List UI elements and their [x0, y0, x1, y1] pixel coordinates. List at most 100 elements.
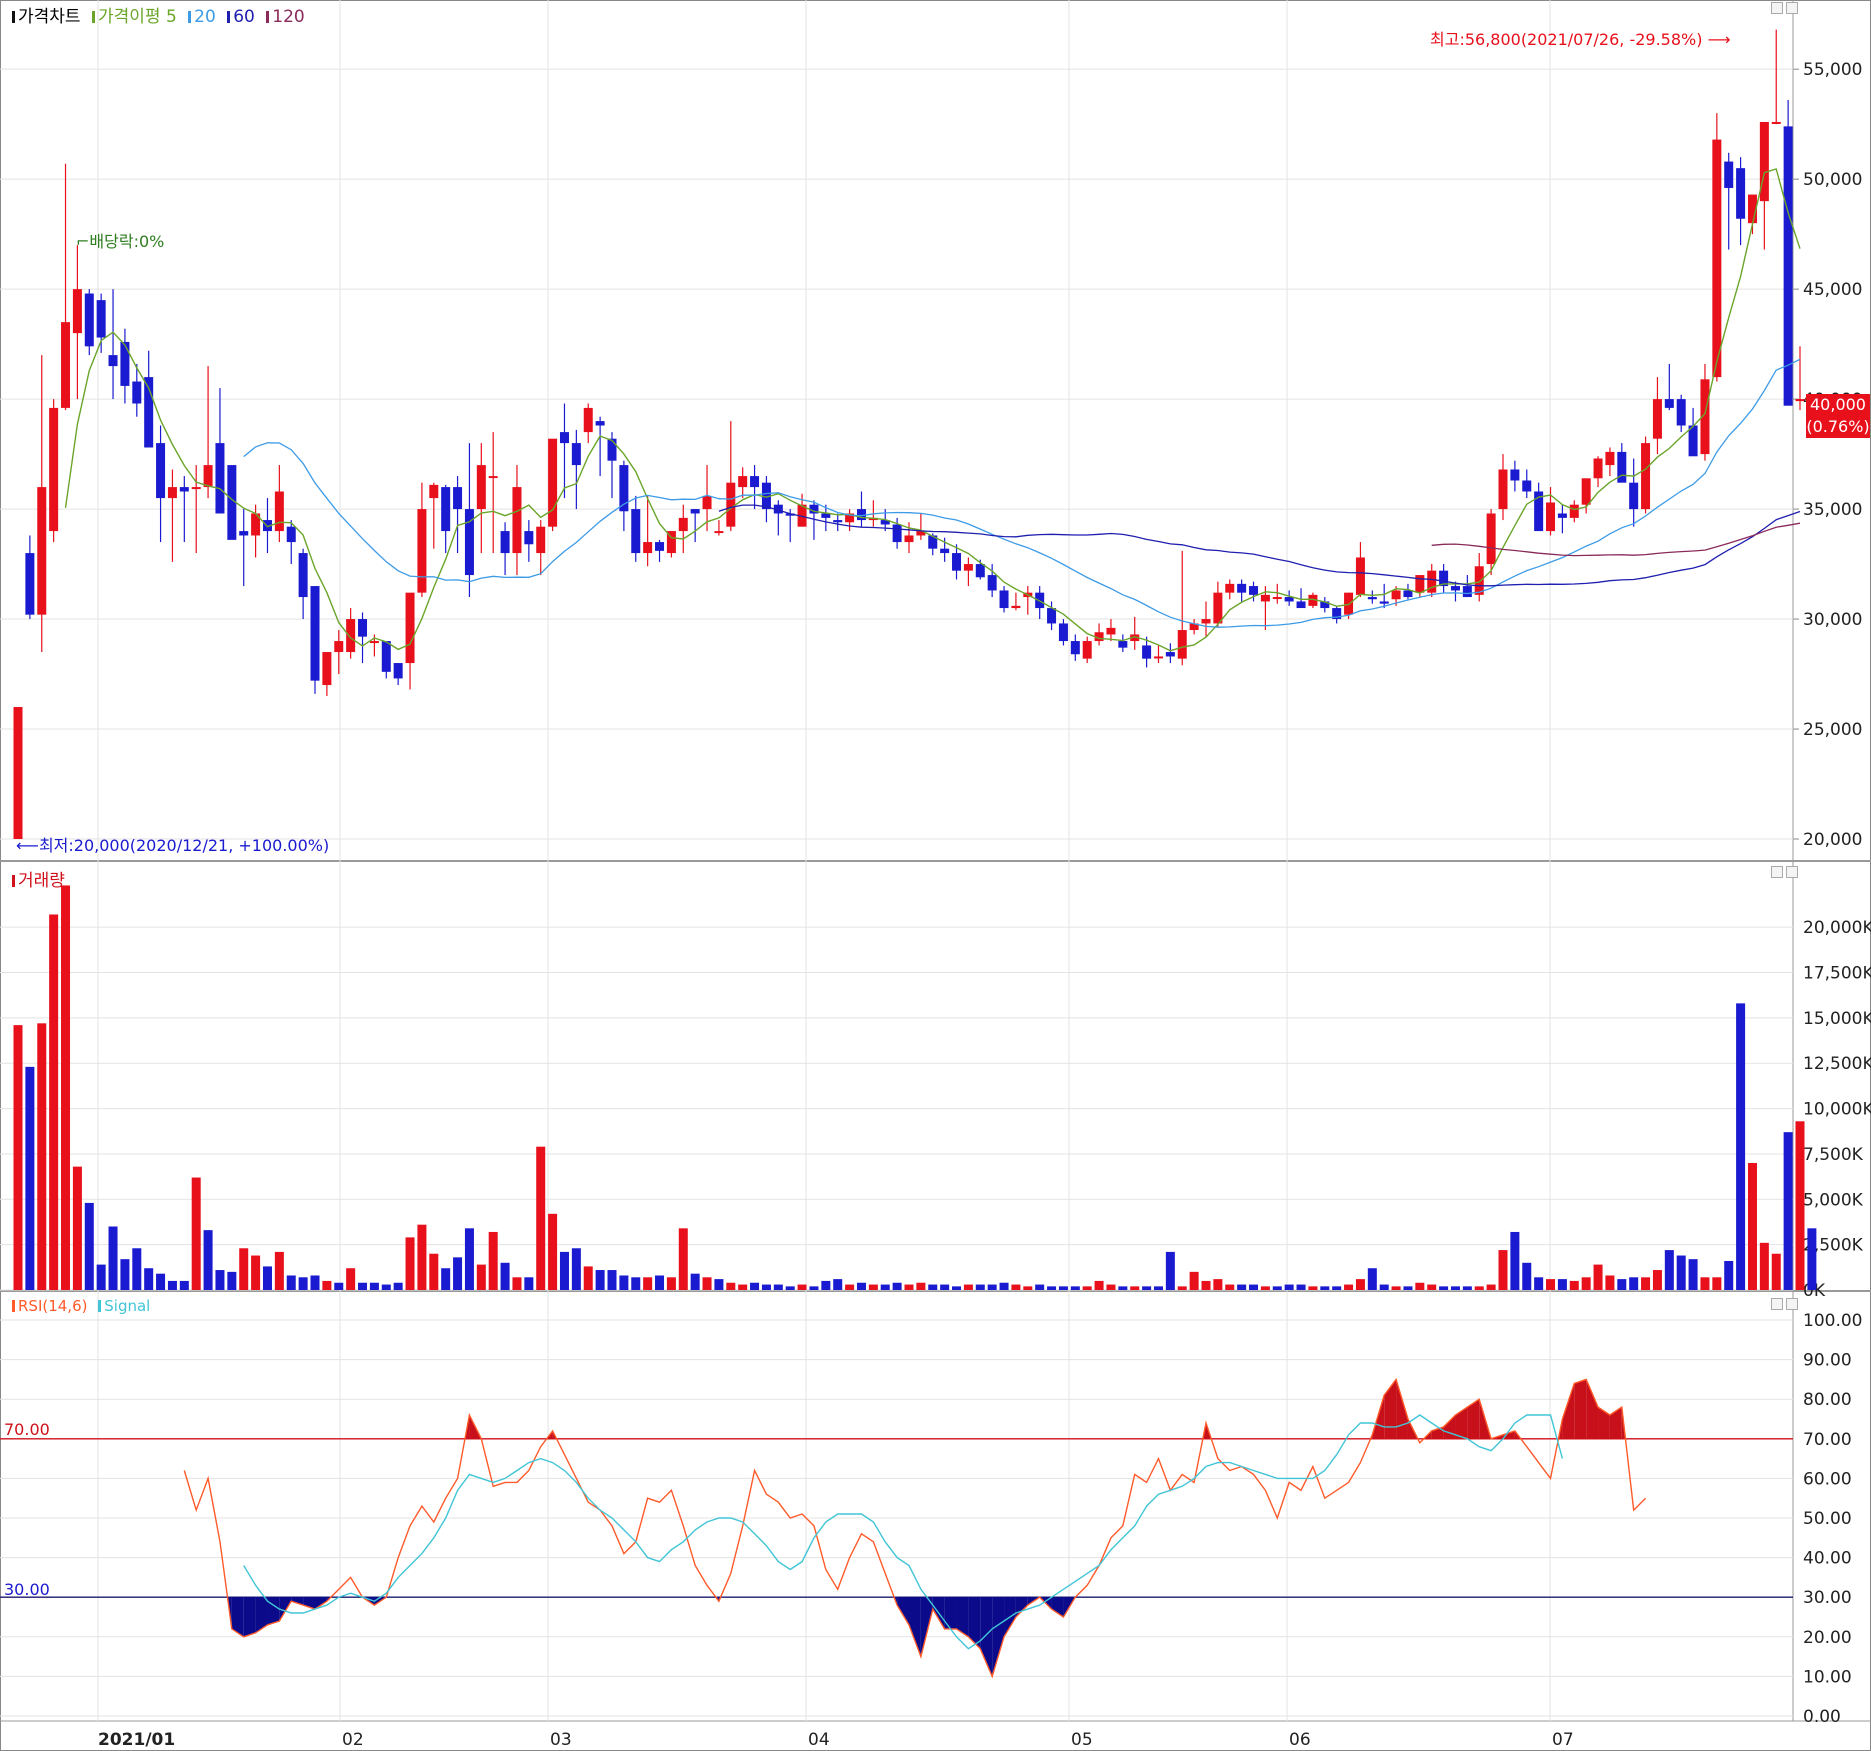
rsi-overbought-fill — [1396, 1379, 1408, 1439]
volume-bar — [1070, 1286, 1080, 1290]
ma60-line — [718, 504, 1801, 587]
candle — [1593, 456, 1603, 488]
current-price-badge: 40,000 (0.76%) — [1806, 394, 1870, 438]
volume-bar — [999, 1282, 1009, 1290]
candle-body — [500, 531, 510, 554]
candle — [714, 520, 724, 536]
volume-legend: 거래량 — [12, 866, 71, 891]
volume-bar — [13, 1025, 23, 1290]
chart-canvas: 2021/01 02 03 04 05 06 07 55,000 50,000 45,000 40,… — [0, 0, 1871, 1751]
volume-bar — [1510, 1231, 1520, 1290]
volume-bar — [25, 1066, 35, 1290]
candle — [1724, 152, 1734, 250]
candle-body — [1498, 469, 1508, 510]
volume-bar — [785, 1286, 795, 1290]
candle-body — [132, 381, 142, 404]
pane-close-icon[interactable] — [1786, 866, 1798, 878]
candle — [845, 509, 855, 532]
pane-close-icon[interactable] — [1786, 1298, 1798, 1310]
rsi-y-tick-label: 90.00 — [1803, 1351, 1852, 1371]
candle — [595, 416, 605, 477]
candle-body — [476, 465, 486, 510]
volume-bar — [1177, 1286, 1187, 1290]
candle — [1237, 579, 1247, 602]
volume-bar — [1807, 1228, 1817, 1290]
rsi-overbought-fill — [1586, 1379, 1599, 1439]
candle-body — [322, 652, 332, 686]
candle — [1403, 583, 1413, 600]
volume-bar — [666, 1277, 676, 1290]
candle — [750, 465, 760, 510]
pane-close-icon[interactable] — [1786, 2, 1798, 14]
candle-body — [999, 590, 1009, 609]
volume-bar — [868, 1284, 878, 1290]
volume-bar — [1058, 1286, 1068, 1290]
volume-bar — [1118, 1286, 1128, 1290]
candle-body — [37, 487, 47, 615]
volume-bar — [940, 1284, 950, 1290]
candle — [512, 465, 522, 576]
volume-bar — [1142, 1286, 1152, 1290]
pane-minimize-icon[interactable] — [1771, 2, 1783, 14]
volume-bar — [750, 1282, 760, 1290]
candle — [1153, 645, 1163, 664]
volume-bar — [880, 1284, 890, 1290]
candle — [1736, 157, 1746, 246]
candle — [298, 548, 308, 620]
candle-body — [583, 407, 593, 433]
volume-bar — [1546, 1279, 1556, 1290]
candle — [678, 504, 688, 554]
rsi-y-tick-label: 10.00 — [1803, 1667, 1852, 1687]
price-y-tick-label: 55,000 — [1803, 60, 1862, 80]
candle-body — [441, 487, 451, 532]
low-annotation: ⟵최저:20,000(2020/12/21, +100.00%) — [16, 836, 330, 855]
candle-body — [156, 443, 166, 499]
candle-body — [571, 443, 581, 466]
candle — [1569, 500, 1579, 523]
candle-body — [61, 322, 71, 408]
candle — [13, 707, 23, 840]
candle-body — [1237, 583, 1247, 593]
candle — [1783, 99, 1793, 406]
volume-bar — [761, 1284, 771, 1290]
candle — [1510, 460, 1520, 492]
candle — [417, 482, 427, 598]
volume-bar — [1712, 1277, 1722, 1290]
candle — [334, 630, 344, 675]
candle-body — [72, 289, 82, 334]
volume-bar — [1296, 1284, 1306, 1290]
candle-body — [13, 707, 23, 840]
volume-bar — [1439, 1286, 1449, 1290]
candle-body — [179, 487, 189, 492]
volume-bar — [595, 1270, 605, 1290]
candle — [559, 403, 569, 499]
candle-body — [1142, 645, 1152, 659]
pane-minimize-icon[interactable] — [1771, 866, 1783, 878]
volume-bar — [1462, 1286, 1472, 1290]
candle-body — [1546, 502, 1556, 532]
candle-body — [940, 548, 950, 554]
volume-bar — [1403, 1286, 1413, 1290]
volume-bar — [120, 1259, 130, 1290]
volume-bar — [1082, 1286, 1092, 1290]
price-legend-title: 가격차트 — [12, 7, 81, 27]
rsi-oversold-fill — [980, 1597, 993, 1677]
rsi-oversold-fill — [992, 1597, 1005, 1677]
candle — [1664, 363, 1674, 411]
candle — [1011, 592, 1021, 611]
candle — [1094, 623, 1104, 646]
candle — [690, 509, 700, 543]
candle — [322, 652, 332, 697]
candle-body — [239, 531, 249, 536]
candle-body — [1629, 482, 1639, 510]
volume-bar — [1724, 1260, 1734, 1290]
candle-body — [607, 438, 617, 461]
volume-y-tick-label: 7,500K — [1803, 1145, 1864, 1165]
candle — [1106, 619, 1116, 642]
price-legend: 가격차트 가격이평 5 20 60 120 — [12, 2, 311, 27]
volume-bar — [571, 1248, 581, 1290]
candle-body — [274, 491, 284, 532]
pane-minimize-icon[interactable] — [1771, 1298, 1783, 1310]
volume-bar — [1736, 1003, 1746, 1290]
volume-legend-title: 거래량 — [12, 871, 65, 891]
